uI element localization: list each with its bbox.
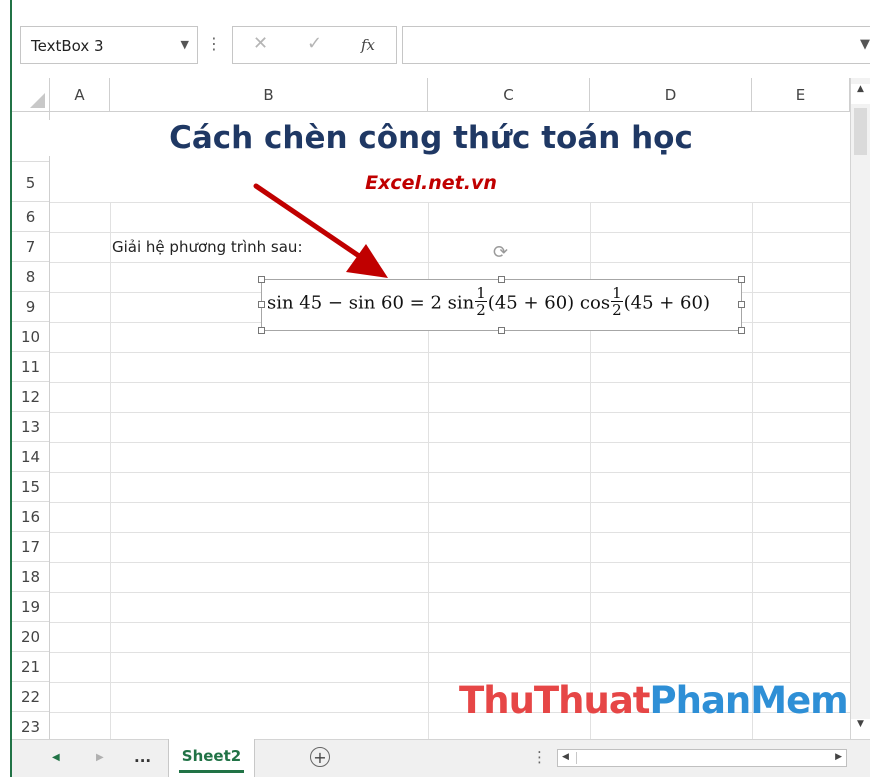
insert-function-icon[interactable]: fx [361, 36, 375, 54]
scroll-thumb[interactable] [576, 752, 812, 764]
equation-part: (45 + 60) [623, 292, 710, 314]
tab-label: Sheet2 [181, 747, 242, 765]
row-header[interactable]: 21 [12, 652, 49, 682]
rotate-handle-icon[interactable]: ⟳ [493, 242, 508, 263]
vertical-scrollbar[interactable]: ▲ ▼ [850, 78, 870, 739]
row-header[interactable]: 12 [12, 382, 49, 412]
column-header-e[interactable]: E [752, 78, 850, 112]
row-header[interactable]: 11 [12, 352, 49, 382]
row-header[interactable]: 8 [12, 262, 49, 292]
resize-handle[interactable] [258, 276, 265, 283]
previous-sheet-icon[interactable]: ◀ [52, 752, 60, 763]
equation-part: (45 + 60) cos [487, 292, 611, 314]
resize-handle[interactable] [498, 276, 505, 283]
resize-handle[interactable] [258, 301, 265, 308]
red-arrow-icon [253, 183, 388, 278]
resize-handle[interactable] [498, 327, 505, 334]
row-header[interactable]: 7 [12, 232, 49, 262]
more-sheets-button[interactable]: ... [134, 748, 151, 766]
more-vertical-icon[interactable]: ⋮ [206, 34, 222, 53]
row-header[interactable]: 9 [12, 292, 49, 322]
row-header[interactable]: 19 [12, 592, 49, 622]
row-header[interactable]: 16 [12, 502, 49, 532]
name-box-value: TextBox 3 [31, 37, 104, 55]
row-headers: 4 5 6 7 8 9 10 11 12 13 14 15 16 17 18 1… [12, 112, 50, 739]
resize-handle[interactable] [258, 327, 265, 334]
enter-icon[interactable]: ✓ [307, 33, 322, 54]
row-header[interactable]: 14 [12, 442, 49, 472]
column-header-c[interactable]: C [428, 78, 590, 112]
scroll-thumb[interactable] [854, 108, 867, 155]
row-header[interactable]: 20 [12, 622, 49, 652]
splitter-handle[interactable]: ⋮ [532, 748, 547, 766]
row-header[interactable]: 13 [12, 412, 49, 442]
fraction: 12 [475, 284, 487, 319]
sheet-title: Cách chèn công thức toán học [12, 120, 850, 156]
column-header-a[interactable]: A [50, 78, 110, 112]
select-all-button[interactable] [12, 78, 50, 112]
column-headers: A B C D E [12, 78, 850, 112]
cancel-icon[interactable]: ✕ [253, 33, 268, 54]
expand-formula-bar-icon[interactable]: ▼ [860, 37, 870, 52]
scroll-down-icon[interactable]: ▼ [851, 719, 870, 739]
horizontal-scrollbar[interactable]: ◀ ▶ [557, 749, 847, 767]
worksheet-grid: A B C D E 4 5 6 7 8 9 10 11 12 13 14 15 … [12, 78, 850, 739]
fraction: 12 [611, 284, 623, 319]
equation-textbox[interactable]: sin 45 − sin 60 = 2 sin 1 2 (45 + 60) cos 1 2… [261, 279, 742, 331]
row-header[interactable]: 22 [12, 682, 49, 712]
formula-buttons: ✕ ✓ fx [232, 26, 397, 64]
column-header-d[interactable]: D [590, 78, 752, 112]
sheet-subtitle: Excel.net.vn [365, 172, 497, 194]
add-sheet-button[interactable]: + [310, 747, 330, 767]
resize-handle[interactable] [738, 276, 745, 283]
resize-handle[interactable] [738, 327, 745, 334]
equation-part: sin 45 − sin 60 = 2 sin [267, 292, 475, 314]
tab-sheet2[interactable]: Sheet2 [168, 739, 255, 777]
name-box[interactable]: TextBox 3 ▼ [20, 26, 198, 64]
resize-handle[interactable] [738, 301, 745, 308]
scroll-up-icon[interactable]: ▲ [851, 84, 870, 104]
formula-bar: TextBox 3 ▼ ⋮ ✕ ✓ fx ▼ [12, 12, 870, 78]
cell-area[interactable] [50, 112, 850, 739]
formula-input[interactable]: ▼ [402, 26, 870, 64]
watermark-logo: ThuThuatPhanMem.vn [459, 679, 850, 722]
next-sheet-icon[interactable]: ▶ [96, 752, 104, 763]
row-header[interactable]: 17 [12, 532, 49, 562]
row-header[interactable]: 10 [12, 322, 49, 352]
row-header[interactable]: 18 [12, 562, 49, 592]
row-header[interactable]: 15 [12, 472, 49, 502]
sheet-tab-bar: ◀ ▶ ... Sheet2 + ⋮ ◀ ▶ [12, 739, 870, 777]
row-header[interactable]: 6 [12, 202, 49, 232]
window-left-edge [0, 0, 12, 777]
equation: sin 45 − sin 60 = 2 sin 1 2 (45 + 60) cos 1 2… [267, 284, 710, 320]
row-header[interactable]: 23 [12, 712, 49, 739]
scroll-right-icon[interactable]: ▶ [835, 752, 842, 762]
column-header-b[interactable]: B [110, 78, 428, 112]
chevron-down-icon[interactable]: ▼ [181, 38, 189, 51]
scroll-left-icon[interactable]: ◀ [562, 752, 569, 762]
